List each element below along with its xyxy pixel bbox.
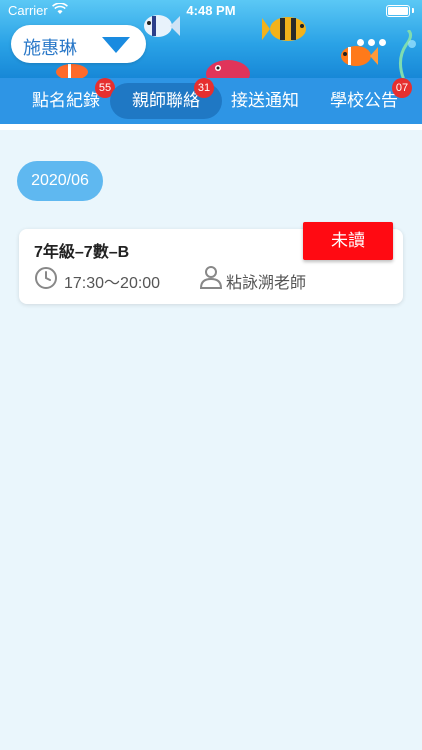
message-card[interactable]: 7年級–7數–B 未讀 17:30～20:00 粘詠溯老師 — [19, 222, 403, 304]
status-bar: Carrier 4:48 PM — [0, 0, 422, 22]
clock-icon — [35, 267, 57, 289]
person-icon — [200, 266, 222, 289]
teacher-name: 粘詠溯老師 — [226, 275, 307, 292]
tab-label: 親師聯絡 — [132, 91, 200, 110]
unread-badge: 未讀 — [303, 222, 393, 260]
fish-illustration-icon — [206, 60, 250, 80]
battery-tip — [412, 8, 414, 13]
fish-illustration-icon — [56, 64, 88, 80]
month-chip: 2020/06 — [17, 161, 103, 201]
divider — [0, 124, 422, 130]
tab-label: 學校公告 — [330, 91, 398, 110]
tab-badge: 31 — [194, 78, 214, 98]
course-title: 7年級–7數–B — [34, 244, 130, 261]
tab-label: 點名紀錄 — [32, 91, 100, 110]
student-selector[interactable]: 施惠琳 — [11, 25, 146, 63]
tab-pickup[interactable]: 接送通知 — [224, 78, 306, 124]
tab-parent-teacher[interactable]: 親師聯絡 31 — [110, 78, 222, 124]
battery-icon — [386, 5, 410, 17]
tab-label: 接送通知 — [231, 91, 299, 110]
header-banner: Carrier 4:48 PM 施惠琳 — [0, 0, 422, 80]
student-name: 施惠琳 — [23, 38, 77, 58]
tab-announcements[interactable]: 學校公告 07 — [322, 78, 412, 124]
seaweed-illustration-icon — [399, 30, 416, 80]
tab-bar: 點名紀錄 55 親師聯絡 31 接送通知 學校公告 07 — [0, 78, 422, 124]
chevron-down-icon — [102, 37, 130, 53]
more-dots-icon[interactable] — [357, 33, 390, 51]
clock-time: 4:48 PM — [186, 3, 236, 18]
class-time: 17:30～20:00 — [64, 275, 161, 292]
tab-badge: 07 — [392, 78, 412, 98]
tab-attendance[interactable]: 點名紀錄 55 — [20, 78, 115, 124]
